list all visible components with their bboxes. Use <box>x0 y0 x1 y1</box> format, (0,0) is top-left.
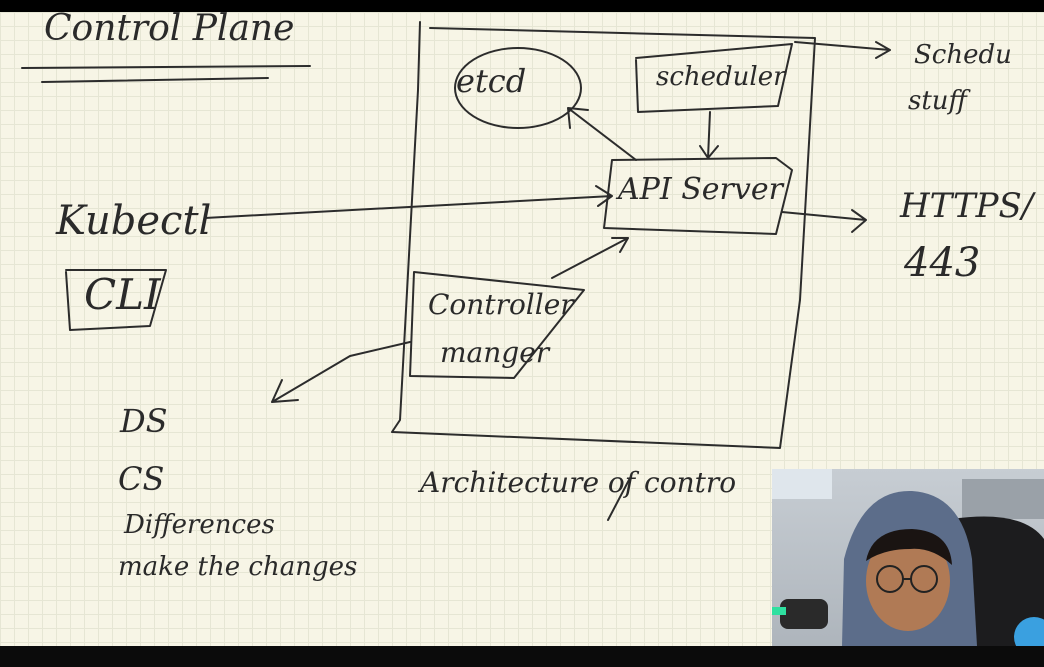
controller-label: Controller <box>428 288 574 321</box>
port-label: 443 <box>904 240 981 286</box>
scheduler-label: scheduler <box>656 62 786 92</box>
scheduler-to-api-arrow <box>699 111 719 159</box>
note-differences: Differences <box>124 510 275 540</box>
schedule-stuff-line1: Schedu <box>914 40 1012 70</box>
caption-architecture: Architecture of contro <box>420 466 737 499</box>
screen: Control Plane etcd scheduler API Server … <box>0 0 1044 667</box>
presenter-image <box>772 469 1044 646</box>
heading-control-plane: Control Plane <box>44 8 295 49</box>
api-to-etcd-arrow <box>567 107 637 161</box>
video-bottom-bar <box>0 646 1044 667</box>
https-label: HTTPS/ <box>900 186 1034 226</box>
kubectl-to-api-arrow <box>204 185 613 219</box>
heading-underline <box>21 65 311 69</box>
scheduler-out-arrow <box>794 41 891 59</box>
note-ds: DS <box>120 402 168 440</box>
controller-to-ds-arrow <box>271 341 411 403</box>
manager-label: manger <box>440 336 550 369</box>
api-server-label: API Server <box>618 172 783 207</box>
schedule-stuff-line2: stuff <box>908 86 967 116</box>
heading-underline-2 <box>41 77 269 83</box>
cli-label: CLI <box>84 270 161 319</box>
webcam-overlay <box>772 469 1044 646</box>
controller-to-api-arrow <box>551 237 629 279</box>
etcd-label: etcd <box>456 62 527 100</box>
note-cs: CS <box>118 460 165 498</box>
note-make-changes: make the changes <box>118 552 358 582</box>
kubectl-label: Kubectl <box>56 198 212 244</box>
api-to-https-arrow <box>781 209 867 233</box>
